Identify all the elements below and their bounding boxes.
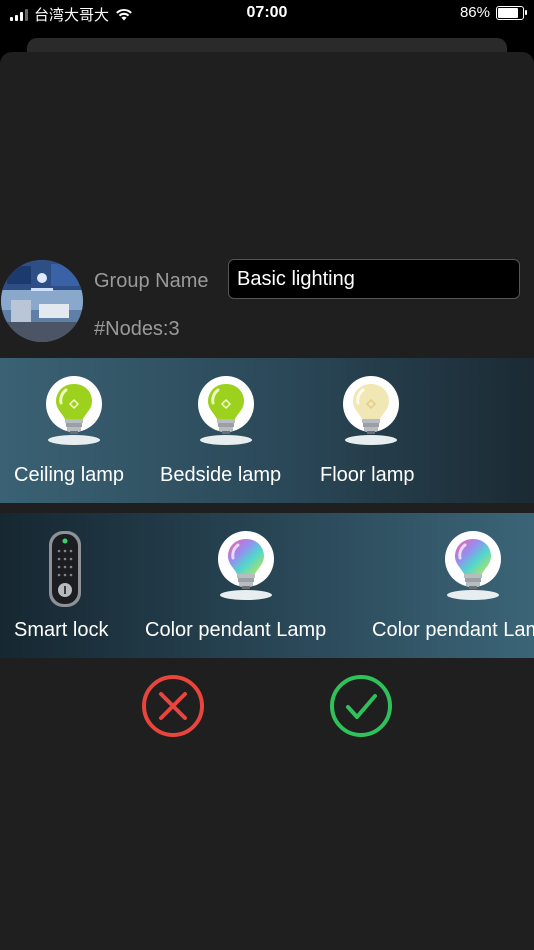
green-bulb-icon — [196, 374, 256, 446]
cancel-button[interactable] — [141, 674, 205, 738]
device-tile[interactable]: Smart lock — [0, 513, 135, 658]
device-label: Floor lamp — [320, 464, 415, 486]
device-label: Color pendant Lamp — [372, 619, 534, 641]
warm-bulb-icon — [341, 374, 401, 446]
group-name-input[interactable] — [228, 259, 520, 299]
device-label: Bedside lamp — [160, 464, 282, 486]
status-bar: 台湾大哥大 07:00 86% — [0, 0, 534, 30]
group-avatar[interactable] — [1, 260, 83, 342]
room-photo-image — [1, 260, 83, 342]
battery-fill — [498, 7, 519, 18]
smart-lock-icon — [37, 529, 97, 607]
status-right: 86% — [459, 4, 527, 21]
device-label: Color pendant Lamp — [145, 619, 327, 641]
group-name-label: Group Name — [94, 270, 209, 292]
confirm-button[interactable] — [329, 674, 393, 738]
check-circle-icon — [330, 675, 392, 737]
x-circle-icon — [142, 675, 204, 737]
clock: 07:00 — [246, 4, 288, 21]
available-devices-row[interactable]: Smart lock Color pendant Lamp Color pend… — [0, 513, 534, 658]
device-tile[interactable]: Color pendant Lamp — [135, 513, 360, 658]
device-label: Ceiling lamp — [14, 464, 125, 486]
device-tile[interactable]: Bedside lamp — [150, 358, 310, 503]
color-bulb-icon — [216, 529, 276, 601]
battery-icon — [496, 5, 527, 20]
device-tile[interactable]: Floor lamp — [310, 358, 440, 503]
selected-devices-row[interactable]: Ceiling lamp Bedside lamp Floor lamp — [0, 358, 534, 503]
green-bulb-icon — [44, 374, 104, 446]
color-bulb-icon — [443, 529, 503, 601]
battery-percent: 86% — [459, 4, 490, 21]
device-tile[interactable]: Ceiling lamp — [0, 358, 150, 503]
device-label: Smart lock — [14, 619, 109, 641]
node-count: #Nodes:3 — [94, 318, 180, 340]
device-tile[interactable]: Color pendant Lamp — [362, 513, 534, 658]
